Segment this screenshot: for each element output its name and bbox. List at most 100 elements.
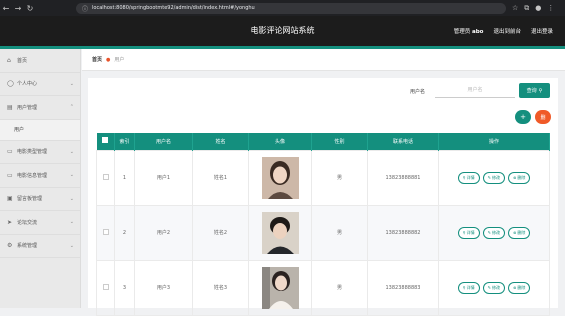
- add-button[interactable]: +: [515, 110, 531, 124]
- column-header: 头像: [248, 133, 312, 150]
- sidebar-item-label: 个人中心: [17, 81, 38, 88]
- delete-button[interactable]: ⊗ 删除: [507, 171, 531, 184]
- row-phone: 13823888881: [367, 149, 439, 206]
- home-icon: ⌂: [7, 56, 11, 64]
- info-icon[interactable]: ⓘ: [82, 4, 88, 13]
- avatar: [261, 156, 299, 199]
- row-phone: 13823888882: [367, 204, 439, 261]
- sidebar-item-users[interactable]: ▤ 用户管理 ⌃: [0, 96, 80, 120]
- detail-label: 详情: [466, 284, 475, 290]
- row-checkbox[interactable]: [102, 283, 109, 290]
- search-input[interactable]: [435, 83, 515, 98]
- sidebar-item-messages[interactable]: ▣ 留言板管理 ⌄: [0, 188, 80, 211]
- film-icon: ▭: [7, 171, 13, 179]
- edit-button[interactable]: ✎ 修改: [482, 171, 505, 184]
- edit-label: 修改: [491, 229, 500, 235]
- batch-delete-button[interactable]: 删: [535, 110, 551, 124]
- sidebar: ⌂ 首页 ◯ 个人中心 ⌄ ▤ 用户管理 ⌃ 用户 ▭ 电影类型管理 ⌄ ▭ 电…: [0, 49, 81, 308]
- back-to-front-link[interactable]: 退出到前台: [493, 27, 521, 35]
- url-text: localhost:8080/springbootmte92/admin/dis…: [92, 5, 255, 11]
- delete-icon: ⊗: [512, 175, 517, 180]
- delete-label: 删除: [517, 229, 526, 235]
- detail-button[interactable]: ⚲ 详情: [457, 226, 480, 239]
- breadcrumb-home[interactable]: 首页: [92, 56, 102, 63]
- sidebar-item-forum[interactable]: ➤ 论坛交流 ⌄: [0, 211, 80, 235]
- row-gender: 男: [311, 204, 368, 261]
- table-row: 3 用户3 姓名3 男 13823888883 ⚲ 详情 ✎ 修改 ⊗ 删除: [96, 259, 550, 316]
- row-avatar-cell: [248, 204, 312, 261]
- edit-button[interactable]: ✎ 修改: [482, 226, 505, 239]
- address-bar[interactable]: ⓘ localhost:8080/springbootmte92/admin/d…: [76, 2, 506, 14]
- breadcrumb-current: 用户: [114, 57, 125, 63]
- detail-button[interactable]: ⚲ 详情: [457, 281, 480, 294]
- main-content: 首页 ● 用户 用户名 查询 ⚲ + 删 索引 用户名 姓名 头像 性别 联系电…: [82, 49, 565, 316]
- row-checkbox[interactable]: [102, 228, 109, 235]
- row-actions: ⚲ 详情 ✎ 修改 ⊗ 删除: [438, 204, 550, 261]
- row-actions: ⚲ 详情 ✎ 修改 ⊗ 删除: [438, 149, 550, 206]
- column-header: 姓名: [192, 133, 249, 150]
- edit-button[interactable]: ✎ 修改: [482, 281, 505, 294]
- user-table: 索引 用户名 姓名 头像 性别 联系电话 操作 1 用户1 姓名1 男 1382…: [96, 133, 550, 316]
- sidebar-item-film-types[interactable]: ▭ 电影类型管理 ⌄: [0, 141, 80, 164]
- row-index: 1: [114, 149, 135, 206]
- sidebar-subitem-user[interactable]: 用户: [0, 119, 80, 141]
- sidebar-item-label: 首页: [17, 57, 28, 64]
- breadcrumb-separator-icon: ●: [106, 56, 111, 63]
- sidebar-item-system[interactable]: ⚙ 系统管理 ⌄: [0, 235, 80, 258]
- reload-icon[interactable]: ↻: [24, 4, 36, 13]
- sidebar-item-label: 论坛交流: [17, 219, 38, 226]
- chevron-down-icon: ⌄: [69, 195, 74, 202]
- sidebar-item-profile[interactable]: ◯ 个人中心 ⌄: [0, 73, 80, 96]
- sidebar-item-home[interactable]: ⌂ 首页: [0, 49, 80, 73]
- avatar: [261, 211, 299, 254]
- row-gender: 男: [311, 259, 368, 316]
- user-icon: ◯: [7, 80, 14, 88]
- detail-icon: ⚲: [462, 175, 466, 180]
- username: abo: [472, 29, 484, 35]
- delete-button[interactable]: ⊗ 删除: [507, 226, 531, 239]
- user-info: 管理员 abo: [454, 27, 484, 35]
- row-checkbox[interactable]: [102, 173, 109, 180]
- delete-icon: ⊗: [512, 285, 517, 290]
- sidebar-item-label: 用户管理: [17, 104, 38, 111]
- sidebar-item-label: 留言板管理: [17, 196, 43, 203]
- logout-link[interactable]: 退出登录: [531, 27, 553, 35]
- row-name: 姓名3: [192, 259, 249, 316]
- film-icon: ▭: [7, 148, 13, 156]
- row-index: 3: [114, 259, 135, 316]
- sidebar-item-film-info[interactable]: ▭ 电影信息管理 ⌄: [0, 164, 80, 188]
- edit-icon: ✎: [487, 175, 491, 180]
- row-username: 用户1: [134, 149, 193, 206]
- select-all-cell: [96, 133, 115, 150]
- sidebar-item-label: 电影类型管理: [17, 149, 48, 156]
- star-icon[interactable]: ☆: [512, 4, 518, 12]
- delete-icon: ⊗: [512, 230, 517, 235]
- edit-icon: ✎: [487, 230, 491, 235]
- detail-label: 详情: [466, 229, 475, 235]
- extension-icon[interactable]: ⧉: [524, 4, 529, 13]
- gear-icon: ⚙: [7, 242, 13, 250]
- header-actions: 管理员 abo 退出到前台 退出登录: [454, 27, 553, 35]
- profile-icon[interactable]: ●: [535, 4, 541, 12]
- column-header: 索引: [114, 133, 135, 150]
- row-select-cell: [96, 259, 115, 316]
- row-select-cell: [96, 149, 115, 206]
- row-name: 姓名2: [192, 204, 249, 261]
- delete-button[interactable]: ⊗ 删除: [507, 281, 531, 294]
- table-panel: 用户名 查询 ⚲ + 删 索引 用户名 姓名 头像 性别 联系电话 操作: [88, 78, 558, 316]
- column-header: 性别: [311, 133, 368, 150]
- chevron-down-icon: ⌄: [69, 148, 74, 155]
- search-button[interactable]: 查询 ⚲: [519, 83, 550, 98]
- chevron-down-icon: ⌄: [69, 172, 74, 179]
- search-icon: ⚲: [538, 87, 543, 94]
- sidebar-item-label: 系统管理: [17, 243, 38, 250]
- detail-label: 详情: [466, 174, 475, 180]
- select-all-checkbox[interactable]: [102, 137, 109, 144]
- row-select-cell: [96, 204, 115, 261]
- detail-button[interactable]: ⚲ 详情: [457, 171, 480, 184]
- forward-icon[interactable]: →: [12, 4, 24, 13]
- back-icon[interactable]: ←: [0, 4, 12, 13]
- detail-icon: ⚲: [462, 285, 466, 290]
- menu-icon[interactable]: ⋮: [547, 4, 554, 12]
- table-row: 1 用户1 姓名1 男 13823888881 ⚲ 详情 ✎ 修改 ⊗ 删除: [96, 149, 550, 206]
